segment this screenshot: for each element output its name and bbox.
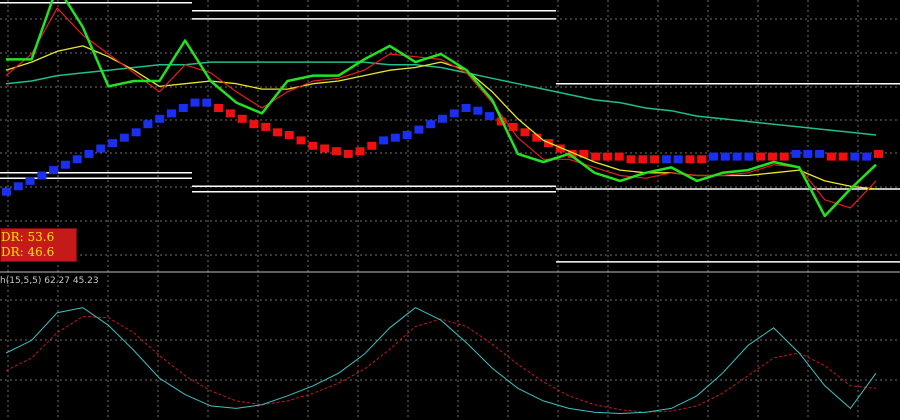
block-63 xyxy=(744,152,754,161)
block-52 xyxy=(614,152,624,161)
block-27 xyxy=(320,144,330,153)
block-38 xyxy=(449,109,459,118)
block-33 xyxy=(390,133,400,142)
block-65 xyxy=(767,152,777,161)
dr-line-1: DR: 53.6 xyxy=(1,230,55,244)
block-4 xyxy=(49,166,59,175)
block-20 xyxy=(237,114,247,123)
block-68 xyxy=(803,149,813,158)
dr-box: DR: 53.6 DR: 46.6 xyxy=(0,228,77,262)
block-64 xyxy=(756,152,766,161)
block-59 xyxy=(697,155,707,164)
block-5 xyxy=(60,160,70,169)
block-23 xyxy=(273,128,283,137)
block-44 xyxy=(520,128,530,137)
block-72 xyxy=(850,152,860,161)
block-17 xyxy=(202,98,212,107)
block-74 xyxy=(874,149,883,158)
chart-window: h(15,5,5) 62.27 45.23 DR: 53.6 DR: 46.6 xyxy=(0,0,900,420)
block-8 xyxy=(96,144,106,153)
block-28 xyxy=(331,147,341,156)
block-56 xyxy=(661,155,671,164)
block-60 xyxy=(709,152,719,161)
block-73 xyxy=(862,152,872,161)
block-1 xyxy=(13,182,23,191)
block-41 xyxy=(485,112,495,121)
block-9 xyxy=(108,139,118,148)
block-70 xyxy=(826,152,836,161)
block-54 xyxy=(638,155,648,164)
block-11 xyxy=(131,128,141,137)
block-69 xyxy=(815,149,825,158)
block-0 xyxy=(2,187,11,196)
block-29 xyxy=(343,149,353,158)
block-34 xyxy=(402,131,412,139)
block-10 xyxy=(119,133,129,142)
block-67 xyxy=(791,149,801,158)
block-3 xyxy=(37,171,47,180)
block-58 xyxy=(685,155,695,164)
block-66 xyxy=(779,152,789,161)
block-61 xyxy=(720,152,730,161)
block-25 xyxy=(296,136,306,145)
block-71 xyxy=(838,152,848,161)
block-6 xyxy=(72,155,82,164)
block-21 xyxy=(249,120,259,129)
block-26 xyxy=(308,141,318,150)
block-13 xyxy=(155,114,165,123)
block-31 xyxy=(367,141,377,150)
block-37 xyxy=(438,114,447,123)
block-12 xyxy=(143,120,153,129)
indicator-label: h(15,5,5) 62.27 45.23 xyxy=(0,276,99,286)
price-series-fast xyxy=(6,0,877,218)
block-7 xyxy=(84,149,94,158)
block-35 xyxy=(414,125,424,134)
block-14 xyxy=(166,109,176,118)
block-53 xyxy=(626,155,636,164)
price-series-trend xyxy=(5,61,877,136)
osc-series-main xyxy=(5,307,877,415)
block-24 xyxy=(284,131,294,139)
block-39 xyxy=(461,104,471,112)
block-40 xyxy=(473,106,483,115)
block-55 xyxy=(650,155,660,164)
block-30 xyxy=(355,147,365,156)
block-51 xyxy=(602,152,612,161)
block-50 xyxy=(591,152,601,161)
dr-line-2: DR: 46.6 xyxy=(1,245,55,259)
chart-canvas xyxy=(0,0,900,420)
block-16 xyxy=(190,98,200,107)
block-57 xyxy=(673,155,683,164)
block-19 xyxy=(225,109,235,118)
block-18 xyxy=(214,104,224,112)
block-2 xyxy=(25,176,35,185)
block-62 xyxy=(732,152,742,161)
block-22 xyxy=(261,122,271,131)
block-36 xyxy=(426,120,436,129)
block-32 xyxy=(379,136,389,145)
osc-series-signal xyxy=(5,315,877,413)
block-15 xyxy=(178,104,188,112)
